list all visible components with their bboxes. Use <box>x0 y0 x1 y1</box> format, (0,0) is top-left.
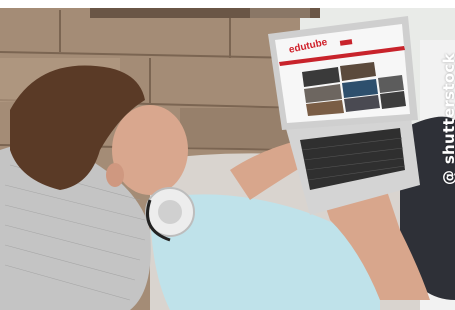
headphone-center <box>158 200 182 224</box>
face <box>112 105 188 195</box>
ear <box>106 163 124 187</box>
shutterstock-watermark: @ shutterstock <box>440 53 455 185</box>
photo-scene <box>0 0 455 310</box>
top-margin <box>0 0 455 8</box>
